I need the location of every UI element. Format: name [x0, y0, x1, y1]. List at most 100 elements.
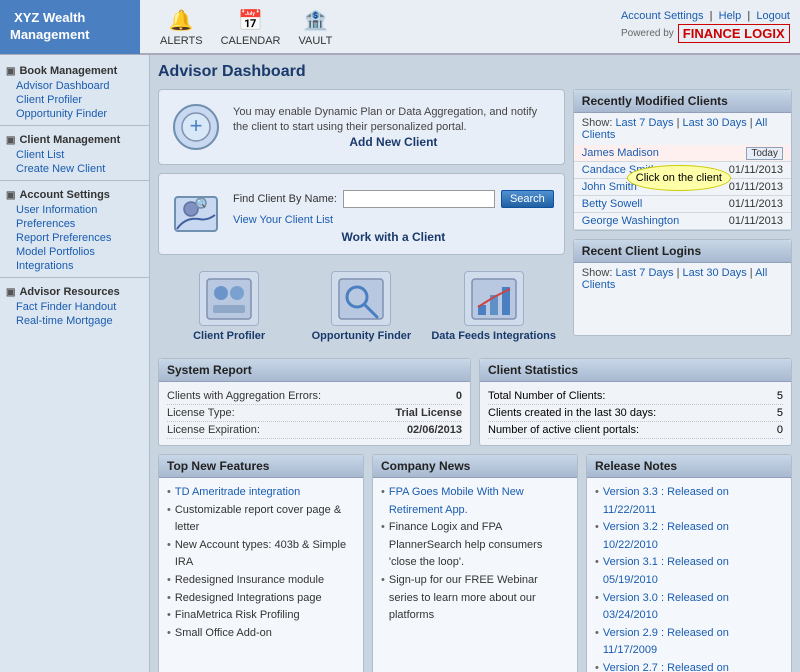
work-with-client-box[interactable]: 🔍 Find Client By Name: Search View Your … [158, 173, 565, 255]
sidebar-item-fact-finder[interactable]: Fact Finder Handout [0, 300, 149, 314]
search-button[interactable]: Search [501, 190, 554, 208]
sidebar-item-realtime-mortgage[interactable]: Real-time Mortgage [0, 314, 149, 328]
add-client-label: Add New Client [233, 135, 554, 149]
callout-tooltip: Click on the client [627, 165, 731, 191]
opportunity-finder-label: Opportunity Finder [312, 330, 412, 342]
logins-empty-area [574, 295, 791, 335]
sidebar-item-opportunity-finder[interactable]: Opportunity Finder [0, 107, 149, 121]
search-input[interactable] [343, 190, 495, 208]
work-client-content: Find Client By Name: Search View Your Cl… [233, 184, 554, 244]
top-right-links: Account Settings | Help | Logout Powered… [621, 10, 800, 43]
sidebar-item-user-information[interactable]: User Information [0, 203, 149, 217]
sidebar-section-advisor-resources: ▣ Advisor Resources [0, 282, 149, 300]
system-report-table: Clients with Aggregation Errors: 0 Licen… [159, 382, 470, 445]
release-link[interactable]: Version 3.0 : Released on 03/24/2010 [603, 590, 783, 625]
logo: XYZ Wealth Management [0, 0, 140, 54]
sidebar-section-book-management: ▣ Book Management [0, 61, 149, 79]
client-statistics-header: Client Statistics [480, 359, 791, 382]
view-client-list-link[interactable]: View Your Client List [233, 214, 333, 226]
footer-grid: Top New Features TD Ameritrade integrati… [158, 454, 792, 672]
release-notes-panel: Release Notes Version 3.3 : Released on … [586, 454, 792, 672]
sidebar-section-client-management: ▣ Client Management [0, 130, 149, 148]
release-item: Version 3.0 : Released on 03/24/2010 [595, 590, 783, 625]
feature-link[interactable]: TD Ameritrade integration [175, 484, 300, 502]
client-link[interactable]: George Washington [582, 215, 679, 227]
filter-7-days[interactable]: Last 7 Days [615, 117, 673, 129]
search-row: Find Client By Name: Search [233, 190, 554, 208]
nav-icons: 🔔 ALERTS 📅 CALENDAR 🏦 VAULT [140, 7, 621, 47]
release-item: Version 3.3 : Released on 11/22/2011 [595, 484, 783, 519]
release-item: Version 3.1 : Released on 05/19/2010 [595, 554, 783, 589]
sidebar-item-create-new-client[interactable]: Create New Client [0, 162, 149, 176]
nav-calendar[interactable]: 📅 CALENDAR [221, 7, 281, 47]
sidebar-item-client-list[interactable]: Client List [0, 148, 149, 162]
news-item: Sign-up for our FREE Webinar series to l… [381, 572, 569, 625]
stats-row: Clients created in the last 30 days: 5 [488, 405, 783, 422]
filter-30-days[interactable]: Last 30 Days [683, 117, 747, 129]
client-profiler-tile[interactable]: Client Profiler [166, 271, 292, 342]
collapse-icon[interactable]: ▣ [6, 190, 15, 201]
release-link[interactable]: Version 3.1 : Released on 05/19/2010 [603, 554, 783, 589]
feature-item: FinaMetrica Risk Profiling [167, 607, 355, 625]
add-new-client-box[interactable]: + You may enable Dynamic Plan or Data Ag… [158, 89, 565, 165]
sidebar-item-model-portfolios[interactable]: Model Portfolios [0, 245, 149, 259]
add-client-content: You may enable Dynamic Plan or Data Aggr… [233, 105, 554, 150]
feature-item: Redesigned Integrations page [167, 590, 355, 608]
top-features-panel: Top New Features TD Ameritrade integrati… [158, 454, 364, 672]
report-row: Clients with Aggregation Errors: 0 [167, 388, 462, 405]
sidebar-item-advisor-dashboard[interactable]: Advisor Dashboard [0, 79, 149, 93]
release-notes-header: Release Notes [587, 455, 791, 478]
client-date: Today [708, 145, 791, 162]
news-link[interactable]: FPA Goes Mobile With New Retirement App. [389, 484, 569, 519]
header: XYZ Wealth Management 🔔 ALERTS 📅 CALENDA… [0, 0, 800, 55]
opportunity-finder-tile[interactable]: Opportunity Finder [298, 271, 424, 342]
collapse-icon[interactable]: ▣ [6, 287, 15, 298]
sidebar-item-integrations[interactable]: Integrations [0, 259, 149, 273]
work-client-icon: 🔍 [169, 187, 223, 241]
brand-logo: FINANCE LOGIX [678, 24, 790, 43]
collapse-icon[interactable]: ▣ [6, 66, 15, 77]
feature-item: Small Office Add-on [167, 625, 355, 643]
sidebar-item-report-preferences[interactable]: Report Preferences [0, 231, 149, 245]
release-link[interactable]: Version 2.7 : Released on 07/15/2009 [603, 660, 783, 672]
top-features-header: Top New Features [159, 455, 363, 478]
data-feeds-img [464, 271, 524, 326]
client-link[interactable]: Betty Sowell [582, 198, 643, 210]
svg-text:+: + [190, 113, 203, 138]
release-link[interactable]: Version 3.3 : Released on 11/22/2011 [603, 484, 783, 519]
logout-link[interactable]: Logout [756, 10, 790, 22]
release-link[interactable]: Version 3.2 : Released on 10/22/2010 [603, 519, 783, 554]
help-link[interactable]: Help [719, 10, 742, 22]
content-area: Advisor Dashboard + You may enable Dynam… [150, 55, 800, 672]
company-news-header: Company News [373, 455, 577, 478]
sidebar-item-client-profiler[interactable]: Client Profiler [0, 93, 149, 107]
opportunity-finder-img [331, 271, 391, 326]
feature-item: Customizable report cover page & letter [167, 502, 355, 537]
calendar-icon: 📅 [237, 7, 265, 35]
alerts-icon: 🔔 [167, 7, 195, 35]
account-settings-link[interactable]: Account Settings [621, 10, 704, 22]
client-link[interactable]: James Madison [582, 147, 659, 159]
news-item: FPA Goes Mobile With New Retirement App. [381, 484, 569, 519]
quick-actions: + You may enable Dynamic Plan or Data Ag… [158, 89, 565, 350]
top-features-body: TD Ameritrade integration Customizable r… [159, 478, 363, 648]
stats-table: Total Number of Clients: 5 Clients creat… [480, 382, 791, 445]
login-filter-30-days[interactable]: Last 30 Days [683, 267, 747, 279]
system-report-header: System Report [159, 359, 470, 382]
nav-alerts[interactable]: 🔔 ALERTS [160, 7, 203, 47]
release-notes-body: Version 3.3 : Released on 11/22/2011 Ver… [587, 478, 791, 672]
sidebar-item-preferences[interactable]: Preferences [0, 217, 149, 231]
recently-modified-panel: Recently Modified Clients Show: Last 7 D… [573, 89, 792, 231]
main-layout: ▣ Book Management Advisor Dashboard Clie… [0, 55, 800, 672]
recent-logins-panel: Recent Client Logins Show: Last 7 Days |… [573, 239, 792, 336]
nav-vault[interactable]: 🏦 VAULT [299, 7, 333, 47]
work-client-label: Work with a Client [233, 230, 554, 244]
client-date: 01/11/2013 [708, 213, 791, 230]
bottom-section: System Report Clients with Aggregation E… [158, 358, 792, 446]
release-link[interactable]: Version 2.9 : Released on 11/17/2009 [603, 625, 783, 660]
login-filter-7-days[interactable]: Last 7 Days [615, 267, 673, 279]
powered-by: Powered by FINANCE LOGIX [621, 24, 790, 43]
collapse-icon[interactable]: ▣ [6, 135, 15, 146]
data-feeds-tile[interactable]: Data Feeds Integrations [431, 271, 557, 342]
page-title: Advisor Dashboard [158, 63, 792, 81]
